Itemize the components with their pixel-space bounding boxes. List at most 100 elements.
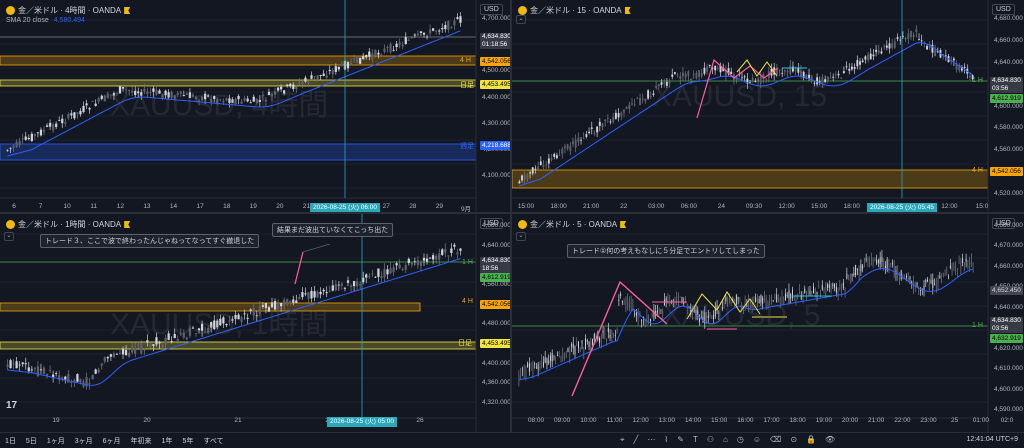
candle-body — [100, 95, 103, 99]
chart-legend[interactable]: 金／米ドル · 5 · OANDA — [518, 219, 627, 230]
timeframe-button[interactable]: 1日 — [0, 436, 21, 446]
drawing-tool-icon[interactable]: ◷ — [737, 435, 744, 445]
drawing-tool-icon[interactable]: ⌖ — [620, 435, 625, 445]
drawing-tool-icon[interactable]: ⌫ — [770, 435, 781, 445]
timeframe-selector[interactable]: 1日 5日 1ヶ月 3ヶ月 6ヶ月 年初来 1年 5年 すべて — [0, 436, 229, 446]
flag-icon[interactable] — [124, 221, 131, 228]
chart-pane-1h[interactable]: XAUUSD, 1時間 金／米ドル · 1時間 · OANDA ⌄ USD 4,… — [0, 214, 510, 432]
candle-body — [965, 258, 967, 262]
flag-icon[interactable] — [124, 7, 131, 14]
drawing-tool-icon[interactable]: ⊙ — [790, 435, 797, 445]
candle-body — [700, 316, 702, 318]
candle-body — [313, 291, 316, 298]
timeframe-button[interactable]: 5年 — [177, 436, 198, 446]
time-tick: 15:00 — [517, 203, 535, 210]
candle-body — [625, 107, 628, 109]
drawing-tool-icon[interactable]: ⌇ — [664, 435, 668, 445]
chart-legend[interactable]: 金／米ドル · 4時間 · OANDA — [6, 5, 131, 16]
candle-body — [33, 368, 36, 369]
candle-body — [240, 317, 243, 322]
chart-pane-4h[interactable]: XAUUSD, 4時間 金／米ドル · 4時間 · OANDA SMA 20 c… — [0, 0, 510, 212]
gold-symbol-icon — [6, 220, 15, 229]
candle-body — [872, 54, 875, 57]
drawing-tool-icon[interactable]: ⋯ — [647, 435, 655, 445]
clock[interactable]: 12:41:04 UTC+9 — [966, 436, 1018, 443]
currency-button[interactable]: USD — [480, 4, 503, 15]
flag-icon[interactable] — [624, 7, 631, 14]
pane-divider-vertical[interactable] — [510, 0, 512, 432]
candle-body — [760, 295, 762, 303]
currency-button[interactable]: USD — [992, 4, 1015, 15]
chart-pane-5m[interactable]: XAUUSD, 5 金／米ドル · 5 · OANDA ⌄ USD 4,680.… — [512, 214, 1024, 432]
candle-body — [398, 264, 401, 269]
drawing-tool-icon[interactable]: T — [693, 435, 698, 445]
timeframe-button[interactable]: 6ヶ月 — [98, 436, 126, 446]
collapse-legend-button[interactable]: ⌄ — [516, 232, 526, 241]
candle-body — [307, 292, 310, 299]
annotation-note-result[interactable]: 結果まだ波出ていなくてこっち出た — [272, 223, 394, 237]
collapse-legend-button[interactable]: ⌄ — [516, 15, 526, 24]
drawing-tools[interactable]: ⌖ ╱ ⋯ ⌇ ✎ T ⚇ ⌂ ◷ ☺ ⌫ ⊙ 🔒 👁 — [620, 435, 835, 445]
candle-body — [598, 121, 601, 126]
drawing-tool-icon[interactable]: 🔒 — [806, 435, 816, 445]
note-connector — [302, 243, 331, 253]
candle-body — [115, 93, 119, 95]
wave-drawing — [696, 58, 779, 119]
pane-divider-horizontal[interactable] — [0, 212, 1024, 214]
candle-body — [627, 299, 629, 307]
time-tick: 21 — [302, 203, 311, 210]
candle-body — [213, 320, 216, 330]
candle-body — [70, 382, 73, 383]
timeframe-button[interactable]: 1年 — [157, 436, 178, 446]
sma-indicator[interactable]: SMA 20 close 4,580.494 — [6, 17, 85, 24]
zone-box — [0, 143, 477, 161]
drawing-tool-icon[interactable]: ✎ — [677, 435, 684, 445]
candle-body — [841, 287, 843, 291]
candle-body — [613, 334, 615, 336]
candle-body — [960, 259, 962, 269]
candle-body — [616, 332, 618, 334]
time-tick: 22 — [620, 203, 628, 210]
collapse-legend-button[interactable]: ⌄ — [4, 232, 14, 241]
candle-body — [818, 287, 820, 289]
candle-body — [684, 73, 687, 78]
annotation-note-trade1[interactable]: トレード①何の考えもなしに５分足でエントリしてしまった — [567, 244, 765, 258]
candle-body — [877, 50, 880, 54]
candle-body — [555, 357, 557, 359]
countdown: 03:56 — [992, 325, 1009, 332]
chart-pane-15m[interactable]: XAUUSD, 15 金／米ドル · 15 · OANDA ⌄ USD 4,68… — [512, 0, 1024, 212]
drawing-tool-icon[interactable]: ⚇ — [707, 435, 714, 445]
candle-body — [164, 90, 167, 96]
crosshair-date-label: 2026-08-25 (火) 06:00 — [310, 203, 380, 212]
time-tick: 21:00 — [583, 203, 600, 210]
drawing-tool-icon[interactable]: ╱ — [634, 435, 639, 445]
flag-icon[interactable] — [620, 221, 627, 228]
timeframe-button[interactable]: 3ヶ月 — [70, 436, 98, 446]
annotation-note-trade3[interactable]: トレード３、ここで波で終わったんじゃねってなってすぐ撤退した — [40, 234, 260, 248]
chart-canvas-15m[interactable] — [512, 0, 1024, 212]
candle-body — [134, 90, 137, 96]
price-label-4h-zone: 4,542.056 — [480, 300, 510, 309]
candle-body — [352, 58, 356, 60]
price-tick: 4,320.000 — [482, 399, 510, 406]
candle-body — [158, 90, 161, 94]
candle-body — [969, 263, 971, 269]
time-tick: 15:00 — [711, 417, 728, 424]
candle-body — [535, 367, 537, 369]
chart-canvas-4h[interactable] — [0, 0, 510, 212]
drawing-tool-icon[interactable]: ⌂ — [723, 435, 728, 445]
candle-body — [24, 136, 27, 140]
chart-legend[interactable]: 金／米ドル · 1時間 · OANDA — [6, 219, 131, 230]
timeframe-button[interactable]: すべて — [198, 436, 228, 446]
timeframe-button[interactable]: 5日 — [21, 436, 42, 446]
drawing-tool-icon[interactable]: 👁 — [825, 435, 835, 445]
drawing-tool-icon[interactable]: ☺ — [753, 435, 761, 445]
candle-body — [377, 268, 380, 277]
candle-body — [583, 349, 585, 353]
candle-body — [746, 305, 748, 307]
timeframe-button[interactable]: 1ヶ月 — [42, 436, 70, 446]
chart-legend[interactable]: 金／米ドル · 15 · OANDA — [518, 5, 631, 16]
timeframe-button[interactable]: 年初来 — [126, 436, 157, 446]
tradingview-logo-icon[interactable]: 17 — [6, 400, 17, 411]
candle-body — [870, 258, 872, 260]
